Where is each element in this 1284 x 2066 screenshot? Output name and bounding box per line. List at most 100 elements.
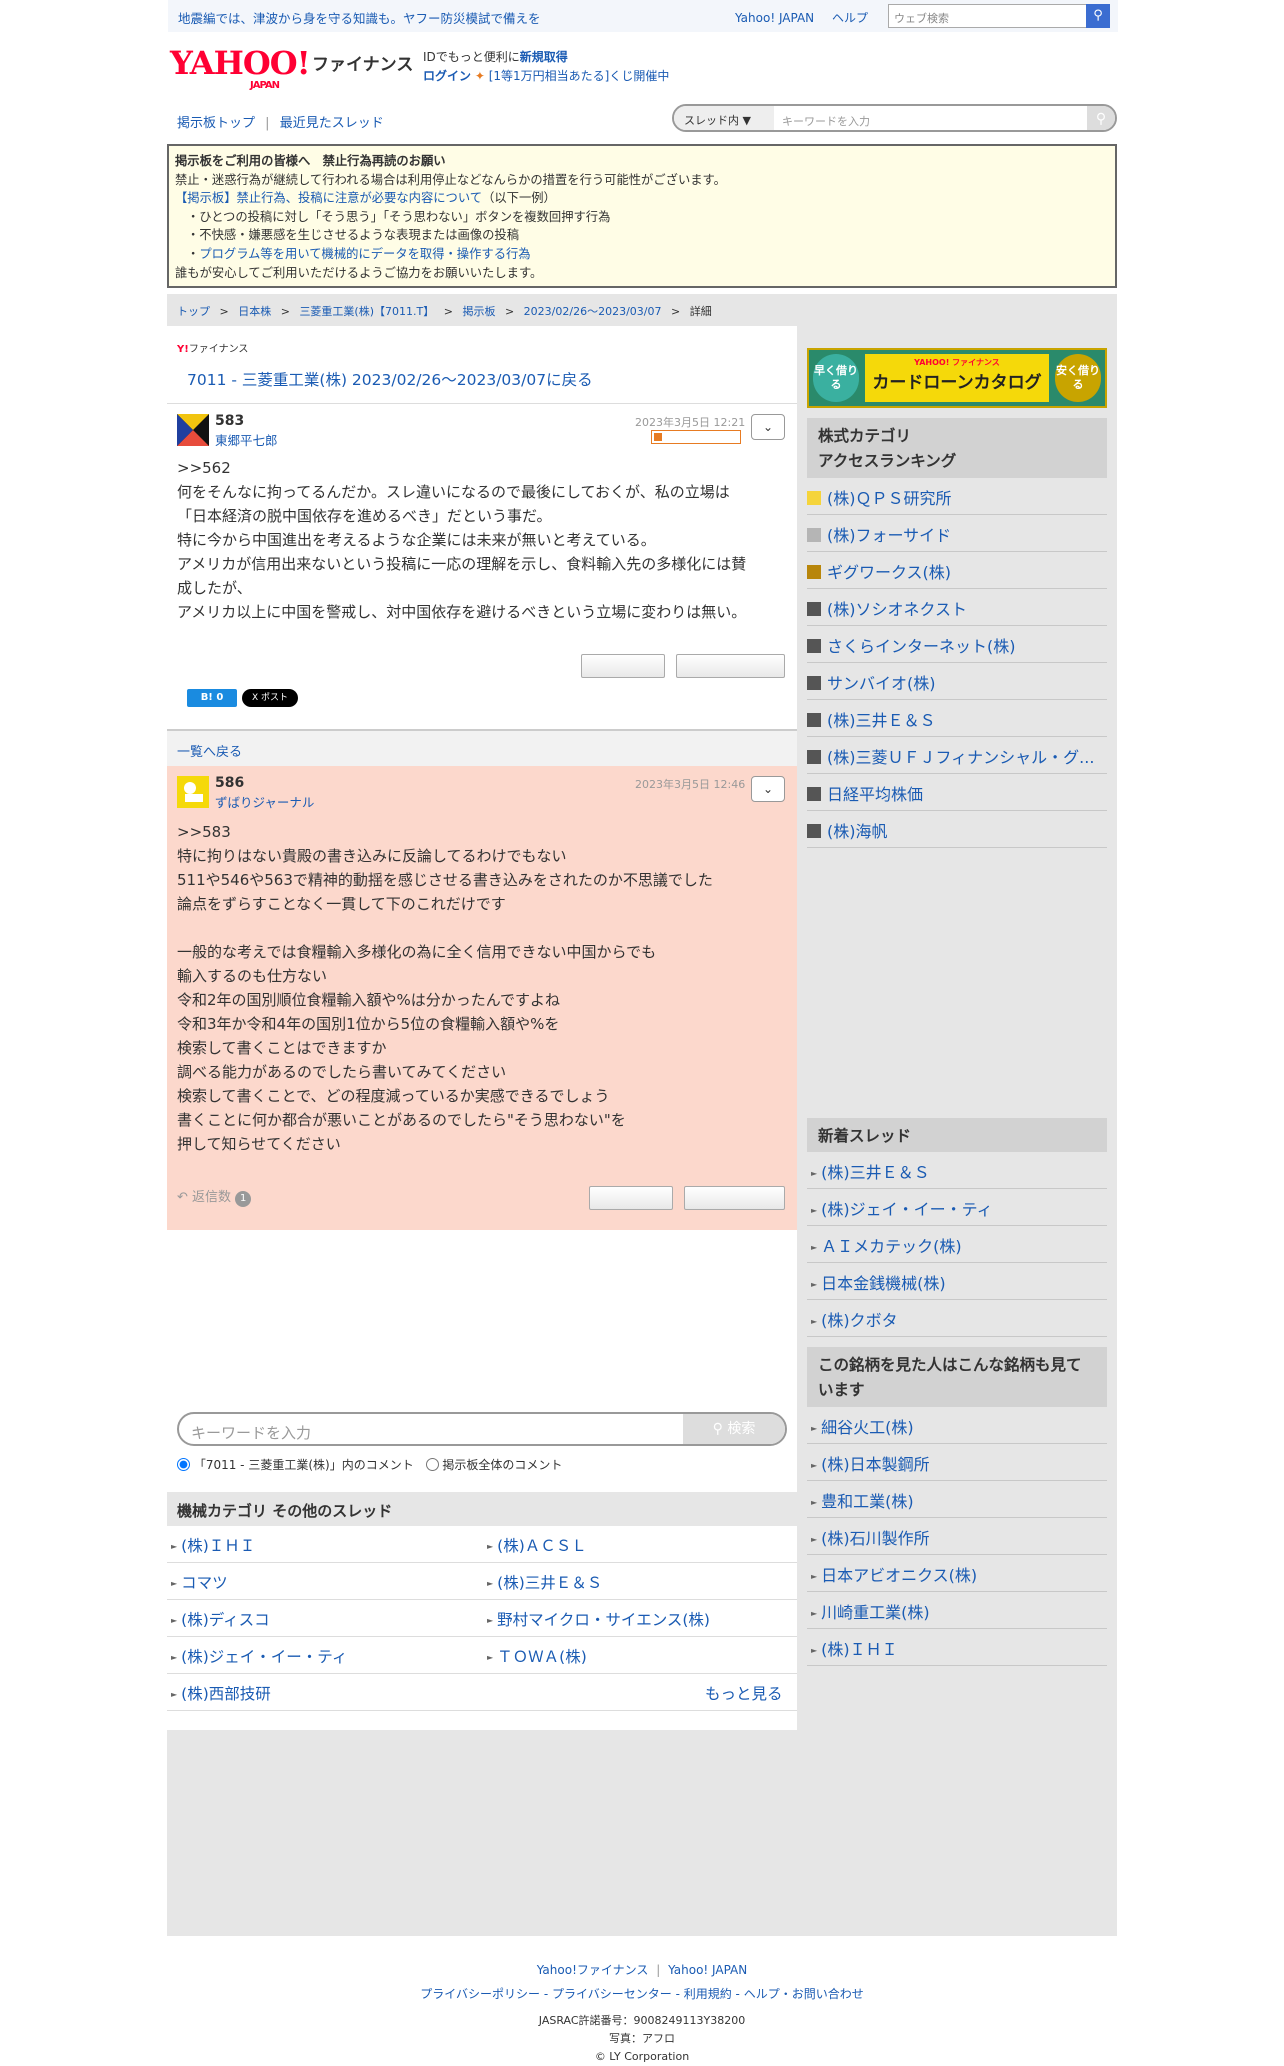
lottery-link[interactable]: [1等1万円相当あたる]くじ開催中 bbox=[489, 69, 670, 83]
disaster-notice-link[interactable]: 地震編では、津波から身を守る知識も。ヤフー防災模試で備えを bbox=[178, 8, 541, 27]
recent-threads-link[interactable]: 最近見たスレッド bbox=[280, 116, 384, 131]
board-top-link[interactable]: 掲示板トップ bbox=[177, 116, 255, 131]
reply-count[interactable]: ↶ 返信数 1 bbox=[177, 1186, 252, 1207]
also-viewed-item[interactable]: ► 細谷火工(株) bbox=[807, 1407, 1107, 1444]
chevron-down-icon[interactable]: ⌄ bbox=[751, 414, 785, 440]
ranking-heading: 株式カテゴリ アクセスランキング bbox=[807, 418, 1107, 478]
program-operation-link[interactable]: プログラム等を用いて機械的にデータを取得・操作する行為 bbox=[199, 247, 530, 261]
author-link[interactable]: ずばりジャーナル bbox=[215, 792, 314, 811]
post-number[interactable]: 586 bbox=[215, 775, 244, 791]
keyword-search: キーワードを入力 ⚲ 検索 bbox=[177, 1412, 787, 1446]
new-thread-item[interactable]: ► (株)クボタ bbox=[807, 1300, 1107, 1337]
new-thread-item[interactable]: ► (株)三井Ｅ＆Ｓ bbox=[807, 1152, 1107, 1189]
caution-footer: 誰もが安心してご利用いただけるようご協力をお願いいたします。 bbox=[175, 265, 543, 280]
footer-finance-link[interactable]: Yahoo!ファイナンス bbox=[537, 1963, 649, 1977]
search-icon[interactable]: ⚲ bbox=[1087, 106, 1115, 130]
agree-button[interactable] bbox=[581, 654, 665, 678]
breadcrumb-period[interactable]: 2023/02/26〜2023/03/07 bbox=[524, 305, 662, 318]
author-link[interactable]: 東郷平七郎 bbox=[215, 430, 278, 449]
yahoo-logo[interactable]: YAHOO! JAPAN bbox=[170, 44, 311, 91]
scope-thread-radio[interactable] bbox=[177, 1458, 190, 1471]
new-thread-item[interactable]: ► ＡＩメカテック(株) bbox=[807, 1226, 1107, 1263]
web-search-input[interactable]: ウェブ検索 bbox=[888, 4, 1088, 28]
search-icon: ⚲ bbox=[712, 1421, 723, 1437]
keyword-search-button[interactable]: ⚲ 検索 bbox=[683, 1414, 785, 1444]
board-search-input[interactable]: キーワードを入力 bbox=[782, 113, 870, 129]
ranking-item[interactable]: (株)ＱＰＳ研究所 bbox=[807, 478, 1107, 515]
list-item: ► (株)西部技研 もっと見る bbox=[167, 1674, 797, 1711]
also-viewed-item[interactable]: ► 川崎重工業(株) bbox=[807, 1592, 1107, 1629]
breadcrumb-japan-stocks[interactable]: 日本株 bbox=[238, 305, 271, 318]
search-icon[interactable]: ⚲ bbox=[1086, 4, 1110, 28]
list-item: ► コマツ ► (株)三井Ｅ＆Ｓ bbox=[167, 1563, 797, 1600]
new-thread-item[interactable]: ► (株)ジェイ・イー・ティ bbox=[807, 1189, 1107, 1226]
post-number[interactable]: 583 bbox=[215, 413, 244, 429]
keyword-search-input[interactable]: キーワードを入力 bbox=[191, 1422, 311, 1443]
caret-down-icon: ▼ bbox=[742, 114, 751, 127]
footer-policy-links[interactable]: プライバシーポリシー - プライバシーセンター - 利用規約 - ヘルプ・お問い… bbox=[0, 1982, 1284, 2006]
thread-link[interactable]: ► ＴＯＷＡ(株) bbox=[487, 1645, 587, 1667]
post-body: >>583 特に拘りはない貴殿の書き込みに反論してるわけでもない 511や546… bbox=[177, 823, 713, 1153]
thread-link[interactable]: ► (株)ＩＨＩ bbox=[171, 1534, 255, 1556]
also-viewed-item[interactable]: ► (株)日本製鋼所 bbox=[807, 1444, 1107, 1481]
ranking-item[interactable]: (株)フォーサイド bbox=[807, 515, 1107, 552]
search-scope-select[interactable]: スレッド内 ▼ bbox=[674, 106, 774, 130]
reply-anchor-link[interactable]: >>562 bbox=[177, 456, 231, 480]
rank-marker bbox=[807, 750, 821, 764]
new-thread-item[interactable]: ► 日本金銭機械(株) bbox=[807, 1263, 1107, 1300]
rank-marker bbox=[807, 602, 821, 616]
jasrac-number: JASRAC許諾番号：9008249113Y38200 bbox=[538, 2014, 746, 2027]
help-link[interactable]: ヘルプ bbox=[832, 11, 868, 25]
rank-marker bbox=[807, 639, 821, 653]
chevron-down-icon[interactable]: ⌄ bbox=[751, 776, 785, 802]
ranking-item[interactable]: ギグワークス(株) bbox=[807, 552, 1107, 589]
more-threads-link[interactable]: もっと見る bbox=[705, 1682, 783, 1704]
agree-button[interactable] bbox=[589, 1186, 673, 1210]
x-post-button[interactable]: X ポスト bbox=[242, 689, 298, 707]
ranking-item[interactable]: (株)海帆 bbox=[807, 811, 1107, 848]
ranking-item[interactable]: (株)三菱ＵＦＪフィナンシャル・グ... bbox=[807, 737, 1107, 774]
also-viewed-item[interactable]: ► (株)ＩＨＩ bbox=[807, 1629, 1107, 1666]
caution-box: 掲示板をご利用の皆様へ 禁止行為再読のお願い 禁止・迷惑行為が継続して行われる場… bbox=[167, 144, 1117, 288]
breadcrumb-top[interactable]: トップ bbox=[177, 305, 210, 318]
thread-link[interactable]: ► 野村マイクロ・サイエンス(株) bbox=[487, 1608, 710, 1630]
thread-link[interactable]: ► コマツ bbox=[171, 1571, 228, 1593]
thread-link[interactable]: ► (株)ＡＣＳＬ bbox=[487, 1534, 587, 1556]
investment-stance-badge bbox=[651, 430, 741, 444]
prohibited-acts-link[interactable]: 【掲示板】禁止行為、投稿に注意が必要な内容について bbox=[175, 191, 482, 205]
ranking-item[interactable]: (株)ソシオネクスト bbox=[807, 589, 1107, 626]
scope-all-radio[interactable] bbox=[425, 1458, 439, 1471]
thread-link[interactable]: ► (株)ディスコ bbox=[171, 1608, 270, 1630]
breadcrumb-board[interactable]: 掲示板 bbox=[462, 305, 495, 318]
ranking-item[interactable]: サンバイオ(株) bbox=[807, 663, 1107, 700]
signup-link[interactable]: 新規取得 bbox=[520, 50, 568, 64]
machine-category-heading: 機械カテゴリ その他のスレッド bbox=[167, 1492, 797, 1526]
thread-link[interactable]: ► (株)三井Ｅ＆Ｓ bbox=[487, 1571, 602, 1593]
ranking-item[interactable]: さくらインターネット(株) bbox=[807, 626, 1107, 663]
also-viewed-item[interactable]: ► (株)石川製作所 bbox=[807, 1518, 1107, 1555]
thread-link[interactable]: ► (株)ジェイ・イー・ティ bbox=[171, 1645, 347, 1667]
thread-title-link[interactable]: 7011 - 三菱重工業(株) 2023/02/26〜2023/03/07に戻る bbox=[187, 368, 593, 390]
hatena-bookmark-button[interactable]: B! 0 bbox=[187, 689, 237, 707]
thread-link[interactable]: ► (株)西部技研 bbox=[171, 1682, 271, 1704]
yahoo-finance-small-logo: Y!ファイナンス bbox=[177, 344, 249, 355]
ranking-item[interactable]: (株)三井Ｅ＆Ｓ bbox=[807, 700, 1107, 737]
list-item: ► (株)ジェイ・イー・ティ ► ＴＯＷＡ(株) bbox=[167, 1637, 797, 1674]
also-viewed-item[interactable]: ► 豊和工業(株) bbox=[807, 1481, 1107, 1518]
back-to-list-link[interactable]: 一覧へ戻る bbox=[177, 741, 242, 760]
ranking-item[interactable]: 日経平均株価 bbox=[807, 774, 1107, 811]
login-link[interactable]: ログイン bbox=[423, 69, 471, 83]
top-bar: 地震編では、津波から身を守る知識も。ヤフー防災模試で備えを Yahoo! JAP… bbox=[168, 0, 1118, 32]
card-loan-banner[interactable]: 早く借りる YAHOO! ファイナンス カードローンカタログ 安く借りる bbox=[807, 348, 1107, 408]
photo-credit: 写真：アフロ bbox=[609, 2032, 675, 2045]
disagree-button[interactable] bbox=[684, 1186, 785, 1210]
breadcrumb-stock[interactable]: 三菱重工業(株)【7011.T】 bbox=[299, 305, 434, 318]
finance-service-name[interactable]: ファイナンス bbox=[312, 50, 413, 75]
yahoo-japan-link[interactable]: Yahoo! JAPAN bbox=[735, 11, 814, 25]
footer-yahoo-link[interactable]: Yahoo! JAPAN bbox=[668, 1963, 747, 1977]
disagree-button[interactable] bbox=[676, 654, 785, 678]
also-viewed-item[interactable]: ► 日本アビオニクス(株) bbox=[807, 1555, 1107, 1592]
rank-marker bbox=[807, 491, 821, 505]
caution-item-bullet: ・ bbox=[187, 246, 200, 261]
login-row: ログイン ✦ [1等1万円相当あたる]くじ開催中 bbox=[423, 67, 669, 84]
